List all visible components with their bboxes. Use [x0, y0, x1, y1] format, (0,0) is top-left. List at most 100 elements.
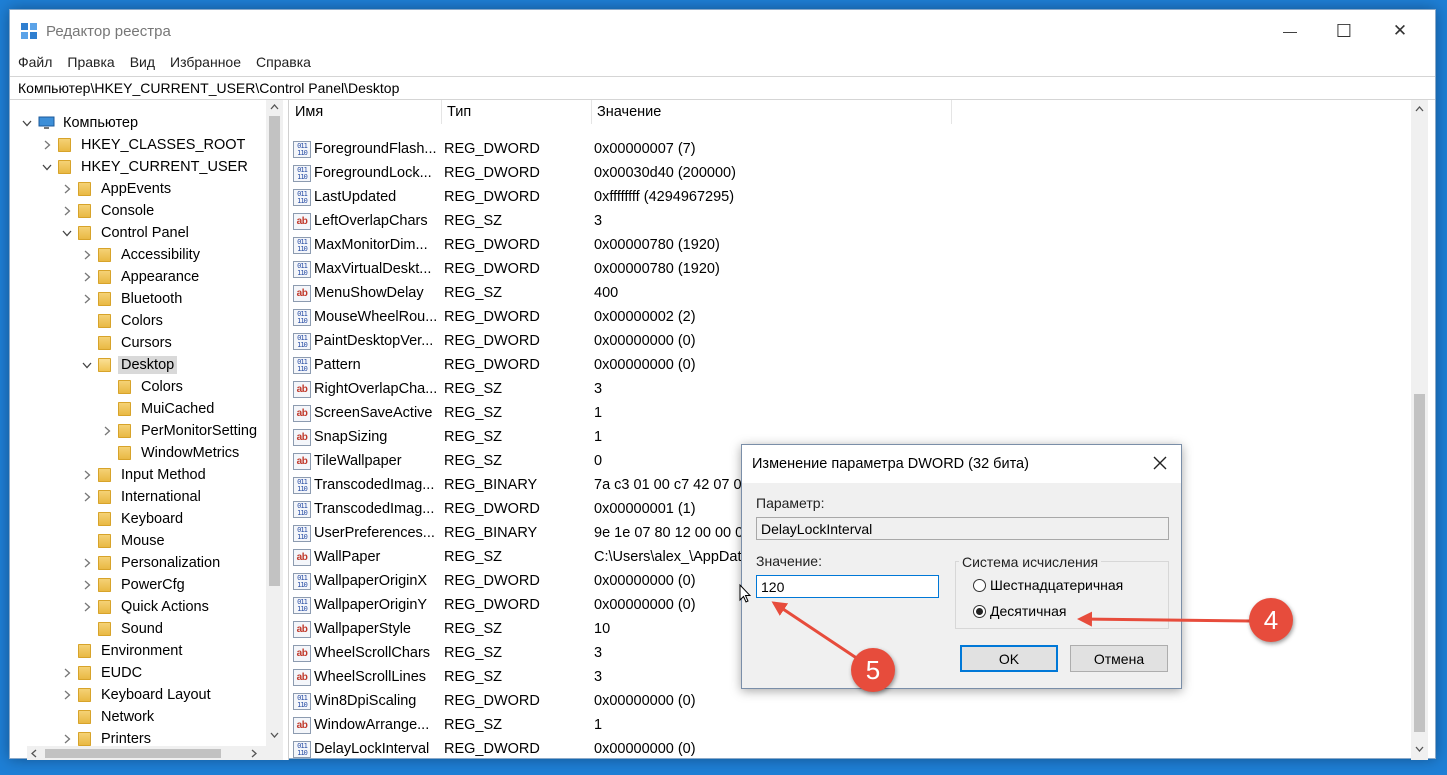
tree-node[interactable]: Quick Actions — [80, 596, 212, 618]
chevron-right-icon[interactable] — [80, 578, 94, 592]
chevron-right-icon[interactable] — [80, 556, 94, 570]
value-row[interactable]: 011 110 ForegroundLock... REG_DWORD 0x00030d… — [290, 162, 1410, 186]
chevron-down-icon[interactable] — [80, 358, 94, 372]
tree-node-label[interactable]: Sound — [118, 620, 166, 638]
tree-node-label[interactable]: Colors — [118, 312, 166, 330]
tree-node[interactable]: Personalization — [80, 552, 223, 574]
tree-node[interactable]: Input Method — [80, 464, 209, 486]
tree-node-label[interactable]: Keyboard Layout — [98, 686, 214, 704]
tree-node[interactable]: Console — [60, 200, 157, 222]
radio-dec-circle[interactable] — [973, 604, 986, 618]
column-header-name[interactable]: Имя — [290, 100, 442, 124]
chevron-right-icon[interactable] — [40, 138, 54, 152]
menu-file[interactable]: Файл — [10, 52, 59, 74]
tree-node[interactable]: Компьютер — [20, 112, 141, 134]
chevron-right-icon[interactable] — [80, 248, 94, 262]
tree-node-label[interactable]: PerMonitorSetting — [138, 422, 260, 440]
tree-node[interactable]: Appearance — [80, 266, 202, 288]
tree-node-label[interactable]: PowerCfg — [118, 576, 188, 594]
tree-node-label[interactable]: Mouse — [118, 532, 168, 550]
values-vertical-scrollbar[interactable] — [1411, 100, 1428, 760]
value-row[interactable]: 011 110 MaxVirtualDeskt... REG_DWORD 0x00000… — [290, 258, 1410, 282]
value-row[interactable]: ab ScreenSaveActive REG_SZ 1 — [290, 402, 1410, 426]
chevron-right-icon[interactable] — [80, 468, 94, 482]
scroll-down-icon[interactable] — [270, 732, 279, 738]
tree-node-label[interactable]: Console — [98, 202, 157, 220]
tree-node-label[interactable]: Accessibility — [118, 246, 203, 264]
chevron-right-icon[interactable] — [80, 270, 94, 284]
tree-node[interactable]: Cursors — [80, 332, 175, 354]
tree-node-label[interactable]: WindowMetrics — [138, 444, 242, 462]
tree-node[interactable]: Colors — [100, 376, 186, 398]
radio-decimal[interactable]: Десятичная — [973, 603, 1066, 619]
menu-help[interactable]: Справка — [248, 52, 318, 74]
tree-node-label[interactable]: Quick Actions — [118, 598, 212, 616]
tree-node[interactable]: Network — [60, 706, 157, 728]
tree-node[interactable]: HKEY_CURRENT_USER — [40, 156, 251, 178]
dialog-close-icon[interactable] — [1151, 454, 1169, 472]
value-row[interactable]: 011 110 Win8DpiScaling REG_DWORD 0x00000000 … — [290, 690, 1410, 714]
tree-node[interactable]: Control Panel — [60, 222, 192, 244]
chevron-right-icon[interactable] — [60, 688, 74, 702]
tree-scroll-thumb[interactable] — [269, 116, 280, 586]
value-row[interactable]: ab RightOverlapCha... REG_SZ 3 — [290, 378, 1410, 402]
tree-node[interactable]: Keyboard — [80, 508, 186, 530]
chevron-down-icon[interactable] — [20, 116, 34, 130]
tree-node-label[interactable]: Desktop — [118, 356, 178, 374]
title-bar[interactable]: Редактор реестра — ☐ ✕ — [10, 10, 1435, 52]
tree-node-label[interactable]: EUDC — [98, 664, 145, 682]
values-scroll-thumb[interactable] — [1414, 394, 1425, 732]
tree-node-label[interactable]: Network — [98, 708, 157, 726]
menu-view[interactable]: Вид — [122, 52, 162, 74]
value-input[interactable]: 120 — [756, 575, 939, 598]
chevron-right-icon[interactable] — [60, 204, 74, 218]
scroll-right-icon[interactable] — [251, 749, 257, 758]
tree-node-label[interactable]: AppEvents — [98, 180, 174, 198]
column-header-value[interactable]: Значение — [592, 100, 952, 124]
scroll-up-icon[interactable] — [1415, 106, 1424, 112]
chevron-down-icon[interactable] — [60, 226, 74, 240]
close-button[interactable]: ✕ — [1371, 10, 1429, 52]
tree-node-label[interactable]: Colors — [138, 378, 186, 396]
value-row[interactable]: 011 110 DelayLockInterval REG_DWORD 0x000000… — [290, 738, 1410, 760]
tree-node-label[interactable]: HKEY_CLASSES_ROOT — [78, 136, 248, 154]
tree-node[interactable]: Bluetooth — [80, 288, 185, 310]
column-header-type[interactable]: Тип — [442, 100, 592, 124]
dialog-title-bar[interactable]: Изменение параметра DWORD (32 бита) — [742, 445, 1181, 483]
value-row[interactable]: 011 110 PaintDesktopVer... REG_DWORD 0x00000… — [290, 330, 1410, 354]
value-row[interactable]: 011 110 MaxMonitorDim... REG_DWORD 0x0000078… — [290, 234, 1410, 258]
tree-node-label[interactable]: Bluetooth — [118, 290, 185, 308]
tree-horizontal-scrollbar[interactable] — [27, 746, 283, 760]
chevron-right-icon[interactable] — [60, 732, 74, 746]
tree-node-label[interactable]: Personalization — [118, 554, 223, 572]
radio-hex-circle[interactable] — [973, 578, 986, 592]
tree-hscroll-thumb[interactable] — [45, 749, 221, 758]
cancel-button[interactable]: Отмена — [1070, 645, 1168, 672]
tree-node[interactable]: PerMonitorSetting — [100, 420, 260, 442]
tree-node-label[interactable]: Control Panel — [98, 224, 192, 242]
menu-favorites[interactable]: Избранное — [162, 52, 248, 74]
menu-edit[interactable]: Правка — [59, 52, 121, 74]
chevron-right-icon[interactable] — [80, 490, 94, 504]
chevron-right-icon[interactable] — [100, 424, 114, 438]
maximize-button[interactable]: ☐ — [1315, 10, 1373, 52]
tree-node[interactable]: MuiCached — [100, 398, 217, 420]
tree-node[interactable]: Environment — [60, 640, 185, 662]
tree-node-label[interactable]: HKEY_CURRENT_USER — [78, 158, 251, 176]
value-row[interactable]: 011 110 ForegroundFlash... REG_DWORD 0x00000… — [290, 138, 1410, 162]
tree-node-label[interactable]: Environment — [98, 642, 185, 660]
value-row[interactable]: 011 110 LastUpdated REG_DWORD 0xffffffff (42… — [290, 186, 1410, 210]
radio-hexadecimal[interactable]: Шестнадцатеричная — [973, 577, 1123, 593]
tree-node[interactable]: Mouse — [80, 530, 168, 552]
value-row[interactable]: ab WindowArrange... REG_SZ 1 — [290, 714, 1410, 738]
chevron-right-icon[interactable] — [80, 292, 94, 306]
tree-node-label[interactable]: Keyboard — [118, 510, 186, 528]
scroll-up-icon[interactable] — [270, 104, 279, 110]
chevron-right-icon[interactable] — [60, 666, 74, 680]
tree-node-label[interactable]: Компьютер — [60, 114, 141, 132]
tree-node[interactable]: AppEvents — [60, 178, 174, 200]
registry-tree[interactable]: Компьютер HKEY_CLASSES_ROOT HKEY_CURRENT_U… — [10, 100, 283, 760]
scroll-down-icon[interactable] — [1415, 746, 1424, 752]
chevron-right-icon[interactable] — [80, 600, 94, 614]
value-row[interactable]: ab LeftOverlapChars REG_SZ 3 — [290, 210, 1410, 234]
